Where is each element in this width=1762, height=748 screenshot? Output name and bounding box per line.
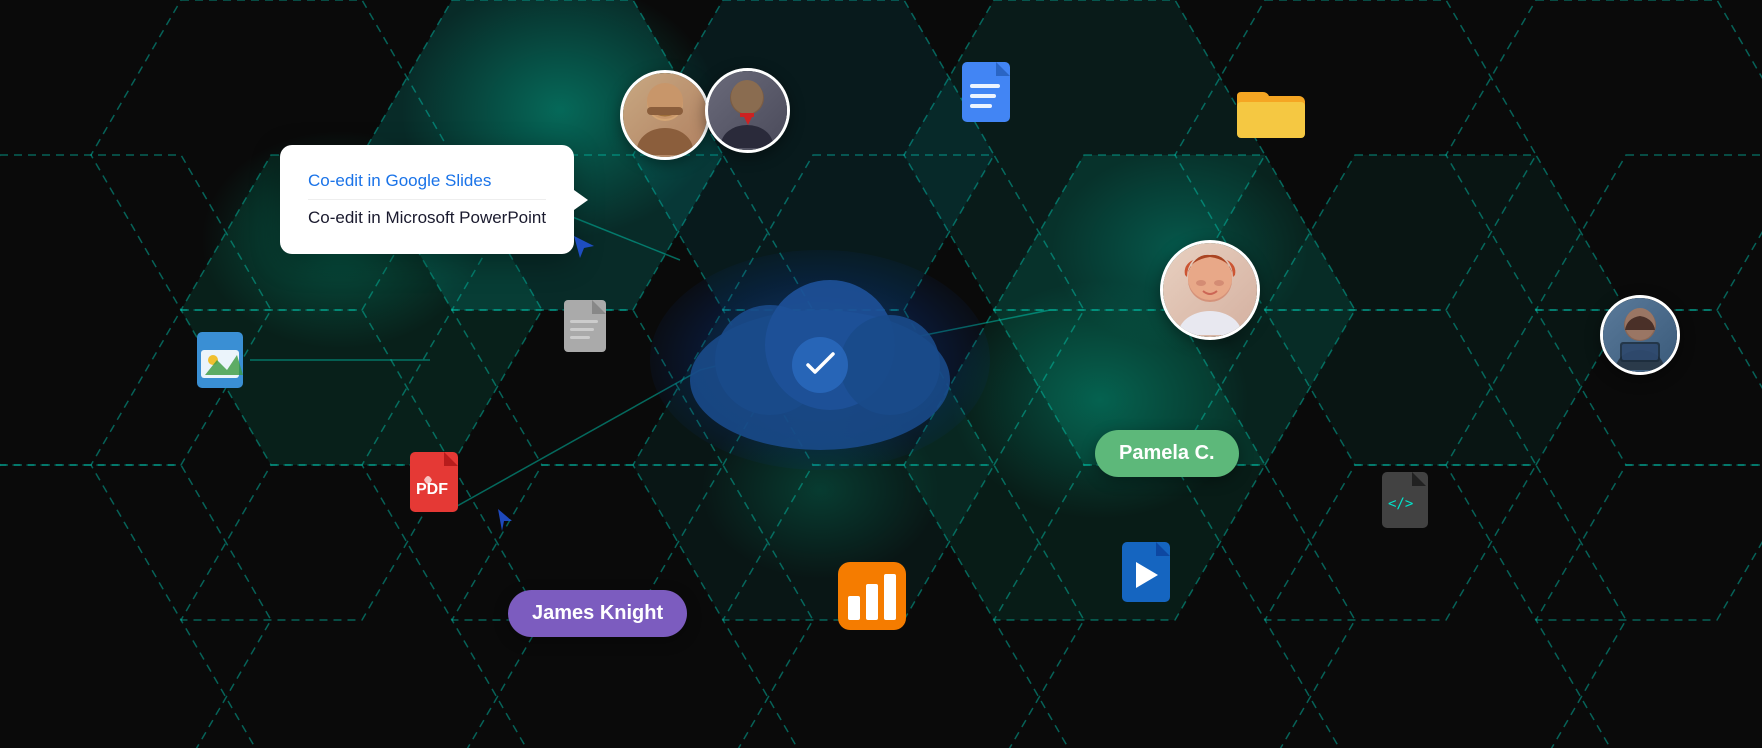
cursor-arrow-2: [490, 505, 518, 538]
coedit-powerpoint[interactable]: Co-edit in Microsoft PowerPoint: [308, 199, 546, 236]
coedit-google-slides[interactable]: Co-edit in Google Slides: [308, 163, 546, 199]
cursor-arrow-1: [570, 232, 598, 265]
pamela-badge: Pamela C.: [1095, 430, 1239, 477]
pdf-icon: PDF: [408, 450, 470, 525]
main-canvas: Co-edit in Google Slides Co-edit in Micr…: [0, 0, 1762, 748]
blank-doc-icon: [562, 298, 616, 365]
cloud-glow: [650, 250, 990, 470]
avatar-person4: [1600, 295, 1680, 375]
james-knight-label: James Knight: [532, 602, 663, 624]
image-file-icon: [195, 330, 255, 403]
avatar-person1: [620, 70, 710, 160]
svg-text:</>: </>: [1388, 496, 1413, 512]
svg-text:PDF: PDF: [416, 481, 448, 498]
pamela-label: Pamela C.: [1119, 442, 1215, 464]
presentation-icon: [1120, 540, 1182, 615]
google-doc-icon: [960, 60, 1022, 135]
code-file-icon: </>: [1380, 470, 1440, 543]
james-knight-badge: James Knight: [508, 590, 687, 637]
analytics-icon: [836, 560, 908, 637]
avatar-person2: [705, 68, 790, 153]
cloud-svg: [650, 250, 990, 470]
avatar-pamela: [1160, 240, 1260, 340]
context-menu[interactable]: Co-edit in Google Slides Co-edit in Micr…: [280, 145, 574, 254]
folder-icon: [1235, 80, 1307, 145]
